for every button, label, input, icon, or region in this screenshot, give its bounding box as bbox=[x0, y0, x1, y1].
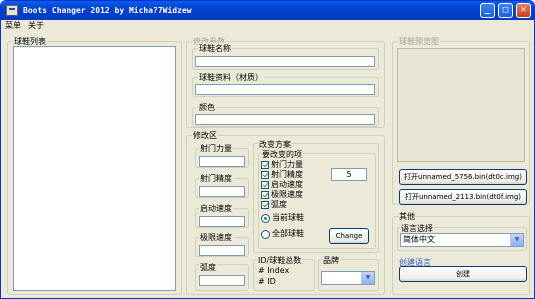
menu-bar: 菜单 关于 bbox=[1, 20, 534, 32]
language-value: 简体中文 bbox=[403, 235, 435, 244]
check-shot-power[interactable] bbox=[261, 161, 269, 169]
brand-select[interactable]: ▼ bbox=[321, 271, 375, 285]
radio-all-boots-label: 全部球鞋 bbox=[272, 229, 304, 238]
change-value-input[interactable]: 5 bbox=[331, 168, 367, 181]
check-top-speed[interactable] bbox=[261, 191, 269, 199]
boot-material-label: 球鞋资料（材质） bbox=[198, 72, 264, 83]
radio-current-boot-label: 当前球鞋 bbox=[272, 213, 304, 222]
change-button[interactable]: Change bbox=[329, 228, 369, 244]
top-speed-label: 极限速度 bbox=[199, 232, 233, 243]
maximize-button[interactable]: □ bbox=[498, 3, 513, 18]
menu-main[interactable]: 菜单 bbox=[5, 20, 21, 32]
shot-accuracy-label: 射门精度 bbox=[199, 173, 233, 184]
id-label: # ID bbox=[258, 277, 276, 286]
check-curve[interactable] bbox=[261, 201, 269, 209]
main-window: Boots Changer 2012 by Micha?7Widzew _ □ … bbox=[0, 0, 535, 299]
radio-current-boot[interactable] bbox=[261, 214, 270, 223]
edit-area-legend: 修改区 bbox=[192, 130, 218, 141]
curve-input[interactable] bbox=[199, 275, 245, 286]
chevron-down-icon[interactable]: ▼ bbox=[510, 234, 523, 246]
boot-material-input[interactable] bbox=[195, 84, 375, 95]
boot-preview-image bbox=[397, 48, 525, 162]
check-start-speed-label: 启动速度 bbox=[271, 180, 303, 189]
brand-legend: 品牌 bbox=[322, 255, 340, 266]
items-to-change-legend: 要改变的项 bbox=[261, 149, 303, 160]
window-title: Boots Changer 2012 by Micha?7Widzew bbox=[23, 6, 192, 15]
boot-list[interactable] bbox=[13, 46, 176, 291]
check-curve-label: 弧度 bbox=[271, 200, 287, 209]
menu-about[interactable]: 关于 bbox=[28, 20, 44, 32]
minimize-button[interactable]: _ bbox=[480, 3, 495, 18]
close-button[interactable]: ✕ bbox=[516, 3, 531, 18]
check-top-speed-label: 极限速度 bbox=[271, 190, 303, 199]
top-speed-input[interactable] bbox=[199, 245, 245, 256]
shot-power-label: 射门力量 bbox=[199, 143, 233, 154]
shot-accuracy-input[interactable] bbox=[199, 186, 245, 197]
start-speed-input[interactable] bbox=[199, 216, 245, 227]
app-icon bbox=[6, 5, 18, 16]
color-input[interactable] bbox=[195, 114, 375, 125]
check-shot-power-label: 射门力量 bbox=[271, 160, 303, 169]
check-shot-accuracy[interactable] bbox=[261, 171, 269, 179]
boot-name-input[interactable] bbox=[195, 56, 375, 67]
radio-all-boots[interactable] bbox=[261, 230, 270, 239]
check-start-speed[interactable] bbox=[261, 181, 269, 189]
index-label: # Index bbox=[258, 266, 290, 275]
title-bar[interactable]: Boots Changer 2012 by Micha?7Widzew _ □ … bbox=[1, 1, 534, 20]
open-dt0c-button[interactable]: 打开unnamed_5756.bin(dt0c.img) bbox=[399, 169, 527, 185]
create-button[interactable]: 创建 bbox=[399, 266, 527, 282]
preview-legend: 球鞋预览图 bbox=[398, 36, 440, 47]
open-dt0f-button[interactable]: 打开unnamed_2113.bin(dt0f.img) bbox=[399, 189, 527, 205]
other-legend: 其他 bbox=[398, 211, 416, 222]
check-shot-accuracy-label: 射门精度 bbox=[271, 170, 303, 179]
shot-power-input[interactable] bbox=[199, 156, 245, 167]
id-count-legend: ID/球鞋总数 bbox=[257, 255, 303, 266]
language-select[interactable]: 简体中文 ▼ bbox=[400, 233, 524, 247]
color-label: 颜色 bbox=[198, 102, 216, 113]
boot-name-label: 球鞋名称 bbox=[198, 43, 232, 54]
start-speed-label: 启动速度 bbox=[199, 203, 233, 214]
chevron-down-icon[interactable]: ▼ bbox=[361, 272, 374, 284]
curve-label: 弧度 bbox=[199, 262, 217, 273]
